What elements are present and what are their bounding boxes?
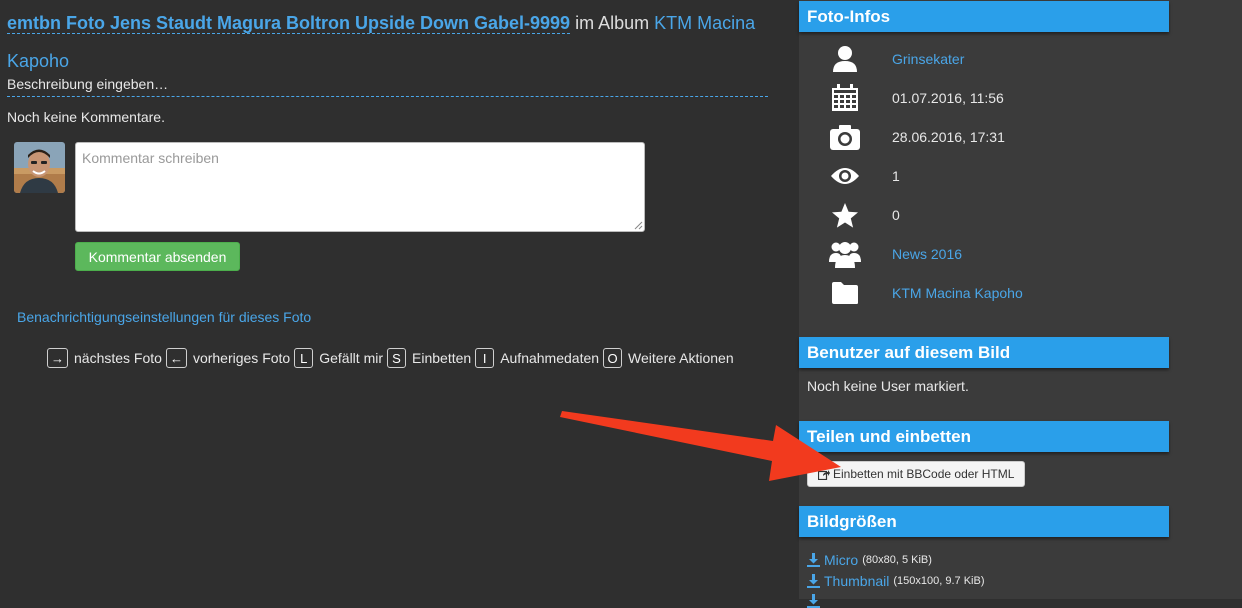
info-row-uploaded: 01.07.2016, 11:56 (828, 83, 1004, 113)
foto-infos-header: Foto-Infos (799, 1, 1169, 32)
avatar-image (14, 142, 65, 193)
info-group-link[interactable]: News 2016 (892, 246, 962, 262)
user-icon (828, 44, 862, 74)
share-icon (818, 469, 830, 480)
embed-button[interactable]: Einbetten mit BBCode oder HTML (807, 461, 1025, 487)
users-header: Benutzer auf diesem Bild (799, 337, 1169, 368)
info-taken-date: 28.06.2016, 17:31 (892, 129, 1005, 145)
main-content: emtbn Foto Jens Staudt Magura Boltron Up… (0, 0, 780, 599)
size-row-thumbnail: Thumbnail (150x100, 9.7 KiB) (807, 573, 985, 589)
photo-title[interactable]: emtbn Foto Jens Staudt Magura Boltron Up… (7, 13, 571, 34)
star-icon (828, 200, 862, 230)
info-row-views: 1 (828, 161, 900, 191)
size-meta-micro: (80x80, 5 KiB) (862, 554, 932, 566)
download-icon (807, 574, 820, 588)
description-field[interactable]: Beschreibung eingeben… (7, 76, 768, 97)
no-comments-text: Noch keine Kommentare. (7, 109, 165, 125)
album-prefix: im Album (570, 13, 655, 33)
shortcut-label-like[interactable]: Gefällt mir (319, 350, 383, 366)
size-row-partial (807, 594, 824, 608)
share-header: Teilen und einbetten (799, 421, 1169, 452)
embed-button-label: Einbetten mit BBCode oder HTML (833, 467, 1015, 481)
submit-comment-button[interactable]: Kommentar absenden (75, 242, 240, 271)
info-row-album: KTM Macina Kapoho (828, 278, 1023, 308)
shortcut-key-more: O (603, 348, 623, 368)
folder-icon (828, 278, 862, 308)
info-upload-date: 01.07.2016, 11:56 (892, 90, 1004, 106)
comment-input[interactable] (75, 142, 645, 232)
size-link-micro[interactable]: Micro (824, 552, 858, 568)
info-row-taken: 28.06.2016, 17:31 (828, 122, 1005, 152)
info-row-likes: 0 (828, 200, 900, 230)
size-link-thumbnail[interactable]: Thumbnail (824, 573, 889, 589)
calendar-icon (828, 83, 862, 113)
shortcut-label-more[interactable]: Weitere Aktionen (628, 350, 734, 366)
info-likes-count: 0 (892, 207, 900, 223)
shortcut-label-next[interactable]: nächstes Foto (74, 350, 162, 366)
shortcut-label-prev[interactable]: vorheriges Foto (193, 350, 290, 366)
sizes-header: Bildgrößen (799, 506, 1169, 537)
keyboard-shortcuts: → nächstes Foto ← vorheriges Foto L Gefällt… (47, 348, 738, 368)
download-icon (807, 553, 820, 567)
notification-settings-link[interactable]: Benachrichtigungseinstellungen für diese… (17, 309, 311, 325)
size-row-micro: Micro (80x80, 5 KiB) (807, 552, 932, 568)
shortcut-key-embed: S (387, 348, 407, 368)
info-album-link[interactable]: KTM Macina Kapoho (892, 285, 1023, 301)
shortcut-label-embed[interactable]: Einbetten (412, 350, 471, 366)
info-row-group: News 2016 (828, 239, 962, 269)
group-icon (828, 239, 862, 269)
page-title: emtbn Foto Jens Staudt Magura Boltron Up… (7, 4, 777, 80)
shortcut-label-exif[interactable]: Aufnahmedaten (500, 350, 599, 366)
info-views-count: 1 (892, 168, 900, 184)
camera-icon (828, 122, 862, 152)
size-meta-thumbnail: (150x100, 9.7 KiB) (893, 575, 985, 587)
avatar (14, 142, 65, 193)
download-icon (807, 594, 820, 608)
shortcut-key-prev: ← (165, 348, 187, 368)
no-users-text: Noch keine User markiert. (807, 378, 969, 394)
eye-icon (828, 161, 862, 191)
shortcut-key-like: L (294, 348, 314, 368)
info-user-link[interactable]: Grinsekater (892, 51, 964, 67)
shortcut-key-next: → (47, 348, 68, 368)
shortcut-key-exif: I (475, 348, 495, 368)
info-row-user: Grinsekater (828, 44, 964, 74)
